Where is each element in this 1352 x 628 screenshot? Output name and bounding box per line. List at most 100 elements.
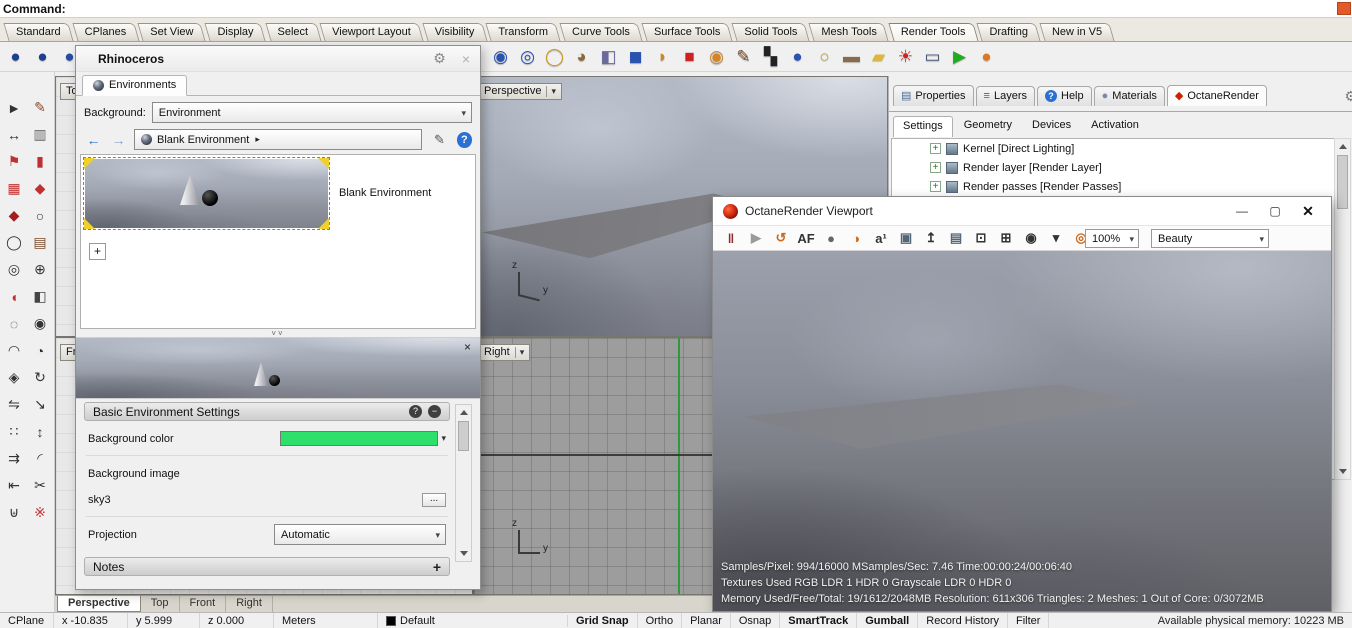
dim-tool-icon[interactable]: ↕ — [28, 420, 52, 444]
status-z-readout[interactable]: z 0.000 — [200, 613, 274, 628]
tab-select[interactable]: Select — [268, 23, 319, 41]
sun-red-icon[interactable]: ☀ — [892, 44, 919, 70]
dialog-gear-icon[interactable]: ⚙ — [433, 50, 446, 67]
help-icon[interactable]: ? — [456, 131, 472, 148]
array-tool-icon[interactable]: ∷ — [2, 420, 26, 444]
tab-cplanes[interactable]: CPlanes — [75, 23, 137, 41]
toggle-ortho[interactable]: Ortho — [638, 613, 683, 628]
command-bar[interactable]: Command: — [0, 0, 1352, 18]
render-view[interactable]: Samples/Pixel: 994/16000 MSamples/Sec: 7… — [713, 251, 1331, 611]
viewport-frame-icon[interactable]: ▭ — [919, 44, 946, 70]
scrollbar-thumb[interactable] — [1337, 155, 1348, 209]
panel-gear-icon[interactable]: ⚙ — [1344, 88, 1352, 105]
bookmark-red-icon[interactable]: ⚑ — [2, 150, 26, 174]
tab-octanerender[interactable]: ◆ OctaneRender — [1166, 85, 1267, 106]
trim-tool-icon[interactable]: ✂ — [28, 474, 52, 498]
blue-ellipse-icon[interactable]: ● — [784, 44, 811, 70]
tree-node[interactable]: + Render layer [Render Layer] — [892, 158, 1334, 177]
cube-3d-icon[interactable]: ◧ — [28, 285, 52, 309]
pan-view-icon[interactable]: ↔ — [2, 123, 26, 147]
expand-icon[interactable]: + — [930, 162, 941, 173]
tab-curve-tools[interactable]: Curve Tools — [562, 23, 640, 41]
browse-image-button[interactable]: ... — [422, 492, 446, 507]
display-options-caret[interactable]: ▾ — [1046, 228, 1066, 248]
ellipse-tool-icon[interactable]: ◯ — [2, 231, 26, 255]
scroll-down-icon[interactable] — [460, 551, 468, 556]
toggle-smarttrack[interactable]: SmartTrack — [780, 613, 858, 628]
table-red-icon[interactable]: ▦ — [2, 177, 26, 201]
workbench-icon[interactable]: ▤ — [28, 231, 52, 255]
subsampling-grid-button[interactable]: ⊞ — [996, 228, 1016, 248]
croissant-icon[interactable]: ◗ — [649, 44, 676, 70]
subtab-activation[interactable]: Activation — [1082, 116, 1148, 137]
white-balance-picker-button[interactable]: ◑ — [846, 228, 866, 248]
toggle-filter[interactable]: Filter — [1008, 613, 1050, 628]
document-sphere-icon[interactable]: ● — [29, 44, 56, 70]
tab-new-in-v5[interactable]: New in V5 — [1042, 23, 1112, 41]
dialog-close-icon[interactable]: × — [462, 51, 470, 67]
maximize-button[interactable]: ▢ — [1262, 204, 1288, 218]
paintbrush-icon[interactable]: ✎ — [730, 44, 757, 70]
dialog-titlebar[interactable]: Rhinoceros ⚙ × — [76, 46, 480, 72]
basic-settings-header[interactable]: Basic Environment Settings ? − — [84, 402, 450, 421]
back-button[interactable]: ← — [84, 130, 103, 150]
tab-set-view[interactable]: Set View — [140, 23, 203, 41]
octane-titlebar[interactable]: OctaneRender Viewport — ▢ ✕ — [713, 197, 1331, 225]
tab-drafting[interactable]: Drafting — [979, 23, 1038, 41]
scrollbar-thumb[interactable] — [458, 421, 469, 451]
tab-visibility[interactable]: Visibility — [425, 23, 485, 41]
tab-standard[interactable]: Standard — [6, 23, 71, 41]
status-y-readout[interactable]: y 5.999 — [128, 613, 200, 628]
preview-close-icon[interactable]: × — [464, 340, 471, 354]
toggle-record-history[interactable]: Record History — [918, 613, 1008, 628]
lightbulb-icon[interactable]: ○ — [811, 44, 838, 70]
rotate-tool-icon[interactable]: ↻ — [28, 366, 52, 390]
subtab-devices[interactable]: Devices — [1023, 116, 1080, 137]
environment-breadcrumb-select[interactable]: Blank Environment ▸ — [134, 129, 422, 150]
spiral-tool-icon[interactable]: ◔ — [28, 339, 52, 363]
scroll-up-icon[interactable] — [460, 410, 468, 415]
subtab-settings[interactable]: Settings — [893, 116, 953, 137]
expand-icon[interactable]: + — [930, 143, 941, 154]
tree-scrollbar[interactable] — [1334, 138, 1351, 480]
vptab-front[interactable]: Front — [180, 596, 227, 612]
lock-resolution-button[interactable]: ⊡ — [971, 228, 991, 248]
selection-brush-icon[interactable]: ✎ — [28, 96, 52, 120]
minimize-button[interactable]: — — [1229, 204, 1255, 218]
toggle-gumball[interactable]: Gumball — [857, 613, 919, 628]
copy-render-button[interactable]: ▤ — [946, 228, 966, 248]
lasso-icon[interactable]: ◌ — [2, 312, 26, 336]
status-layer-pane[interactable]: Default — [378, 614, 568, 627]
checker-texture-icon[interactable]: ▚ — [757, 44, 784, 70]
render-preview-icon[interactable]: ◉ — [487, 44, 514, 70]
environments-tab[interactable]: Environments — [82, 75, 188, 96]
tab-properties[interactable]: ▤ Properties — [893, 85, 974, 106]
tab-layers[interactable]: ≡ Layers — [975, 86, 1035, 106]
environment-thumbnail-selected[interactable] — [83, 157, 330, 230]
section-collapse-icon[interactable]: − — [428, 405, 441, 418]
cylinder-red-icon[interactable]: ▮ — [28, 150, 52, 174]
add-environment-button[interactable]: + — [89, 243, 106, 260]
close-button[interactable]: ✕ — [1295, 203, 1321, 220]
subtab-geometry[interactable]: Geometry — [955, 116, 1021, 137]
panel-splitter[interactable]: ˅ ˅ — [76, 329, 480, 338]
display-options-button[interactable]: ◉ — [1021, 228, 1041, 248]
start-render-button[interactable]: ▶ — [746, 228, 766, 248]
material-picker-button[interactable]: ● — [821, 228, 841, 248]
toggle-grid-snap[interactable]: Grid Snap — [568, 613, 638, 628]
mirror-tool-icon[interactable]: ⇋ — [2, 393, 26, 417]
background-color-swatch[interactable] — [280, 431, 439, 446]
section-help-icon[interactable]: ? — [409, 405, 422, 418]
viewport-menu-caret-icon[interactable]: ▾ — [546, 85, 556, 97]
toolbox-icon[interactable]: ▬ — [838, 44, 865, 70]
circle-tool-icon[interactable]: ○ — [28, 204, 52, 228]
tab-render-tools[interactable]: Render Tools — [891, 23, 976, 41]
fillet-tool-icon[interactable]: ◜ — [28, 447, 52, 471]
vptab-right[interactable]: Right — [226, 596, 273, 612]
autofocus-picker-button[interactable]: AF — [796, 228, 816, 248]
expand-icon[interactable]: + — [930, 181, 941, 192]
tab-surface-tools[interactable]: Surface Tools — [644, 23, 730, 41]
offset-tool-icon[interactable]: ⇉ — [2, 447, 26, 471]
tab-materials[interactable]: ● Materials — [1093, 86, 1165, 106]
projection-select[interactable]: Automatic ▾ — [274, 524, 446, 545]
